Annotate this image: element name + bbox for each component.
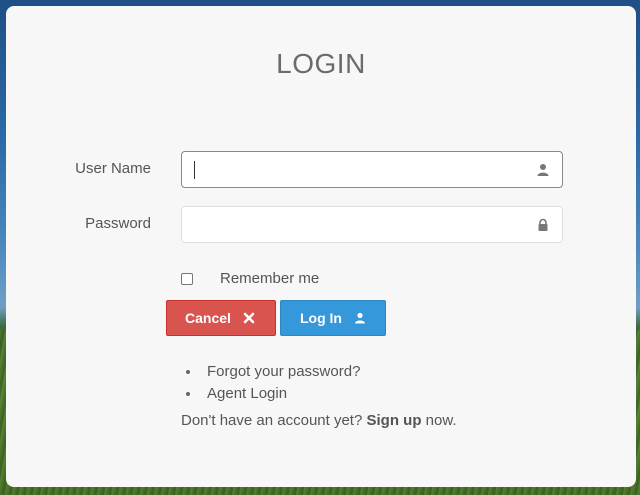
lock-icon [538, 218, 548, 231]
signup-suffix: now. [425, 412, 457, 429]
user-icon [355, 312, 365, 324]
login-button[interactable]: Log In [280, 300, 386, 336]
password-field[interactable] [181, 206, 563, 243]
signup-prefix: Don't have an account yet? [181, 412, 363, 429]
signup-link[interactable]: Sign up [367, 412, 422, 429]
username-input[interactable] [192, 159, 526, 181]
page-title: LOGIN [276, 48, 366, 79]
username-field[interactable] [181, 151, 563, 188]
signup-line: Don't have an account yet? Sign up now. [181, 412, 457, 429]
agent-login-link[interactable]: Agent Login [201, 383, 360, 405]
login-card: LOGIN User Name Password Remember me Can… [6, 6, 636, 487]
user-icon [537, 164, 549, 176]
forgot-password-link[interactable]: Forgot your password? [201, 361, 360, 383]
username-label: User Name [75, 160, 151, 177]
cancel-button[interactable]: Cancel [166, 300, 276, 336]
password-label: Password [85, 215, 151, 232]
remember-me-checkbox[interactable] [181, 273, 193, 285]
password-input[interactable] [192, 214, 526, 236]
login-button-label: Log In [300, 310, 342, 326]
help-links-list: Forgot your password? Agent Login [181, 361, 360, 405]
times-icon [243, 312, 255, 324]
remember-me-label[interactable]: Remember me [220, 270, 319, 287]
cancel-button-label: Cancel [185, 310, 231, 326]
text-caret [194, 161, 195, 179]
